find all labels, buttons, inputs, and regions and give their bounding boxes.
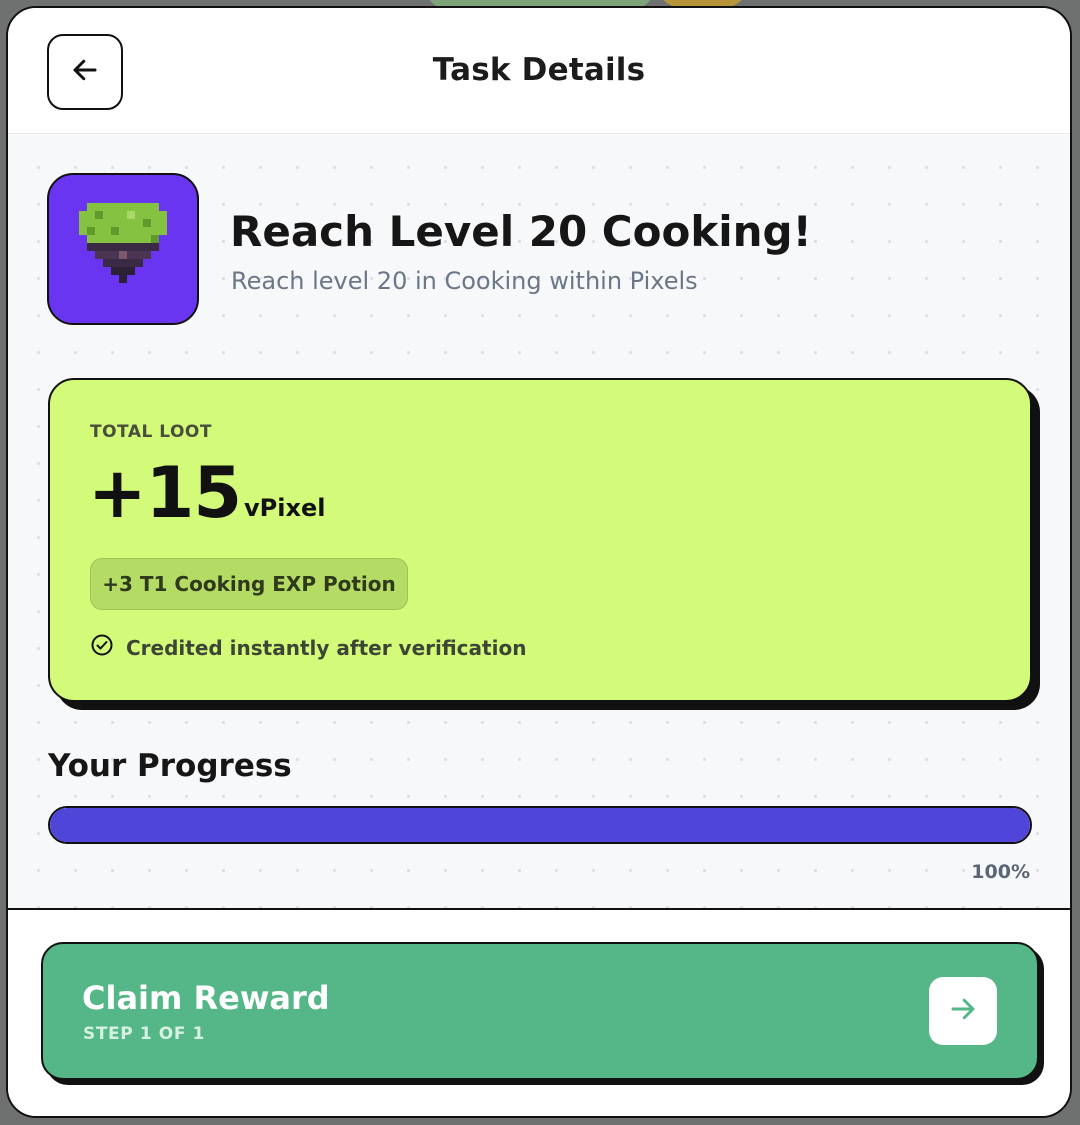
task-icon [47,173,199,325]
task-title: Reach Level 20 Cooking! [230,207,812,256]
task-content: Reach Level 20 Cooking! Reach level 20 i… [8,135,1070,908]
progress-percent: 100% [971,861,1030,883]
claim-step-label: STEP 1 OF 1 [83,1024,205,1044]
arrow-right-icon [948,994,978,1028]
task-subtitle: Reach level 20 in Cooking within Pixels [231,267,698,295]
credit-note: Credited instantly after verification [90,633,526,662]
page-title: Task Details [432,52,646,88]
loot-amount: +15 [88,452,242,534]
task-details-modal: Task Details Reach Level 20 Cooking! Rea… [6,6,1072,1118]
claim-reward-button[interactable]: Claim Reward STEP 1 OF 1 [41,942,1039,1080]
loot-card: TOTAL LOOT +15 vPixel +3 T1 Cooking EXP … [48,378,1032,702]
progress-bar [48,806,1032,844]
modal-footer: Claim Reward STEP 1 OF 1 [8,908,1070,1116]
claim-reward-label: Claim Reward [82,979,330,1017]
bonus-reward-badge: +3 T1 Cooking EXP Potion [90,558,408,610]
check-circle-icon [90,633,114,662]
pixel-tree-icon [79,203,167,295]
credit-note-text: Credited instantly after verification [126,635,527,660]
progress-fill [50,808,1030,842]
claim-arrow[interactable] [929,977,997,1045]
loot-unit: vPixel [244,494,326,522]
loot-label: TOTAL LOOT [90,422,212,442]
modal-header: Task Details [8,8,1070,134]
progress-title: Your Progress [48,748,292,784]
